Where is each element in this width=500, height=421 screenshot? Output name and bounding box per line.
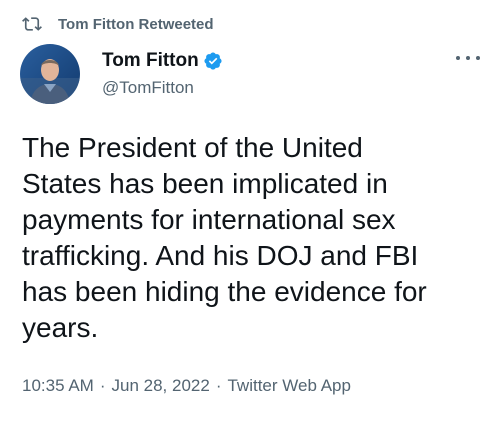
author-handle[interactable]: @TomFitton bbox=[102, 78, 223, 98]
retweet-label: Tom Fitton Retweeted bbox=[58, 15, 214, 33]
tweet-line: The President of the United bbox=[22, 132, 363, 163]
tweet-line: payments for international sex bbox=[22, 204, 396, 235]
verified-badge-icon bbox=[204, 52, 222, 70]
more-dot-icon bbox=[466, 56, 470, 60]
tweet-source: Twitter Web App bbox=[227, 376, 351, 395]
retweet-icon bbox=[22, 17, 42, 31]
author-name[interactable]: Tom Fitton bbox=[102, 50, 199, 72]
more-dot-icon bbox=[456, 56, 460, 60]
tweet-meta: 10:35 AM · Jun 28, 2022 · Twitter Web Ap… bbox=[22, 376, 351, 396]
tweet-timestamp[interactable]: 10:35 AM bbox=[22, 376, 94, 396]
retweet-indicator[interactable]: Tom Fitton Retweeted bbox=[22, 14, 214, 34]
author-block: Tom Fitton @TomFitton bbox=[102, 50, 223, 98]
more-dot-icon bbox=[476, 56, 480, 60]
tweet-line: trafficking. And his DOJ and FBI bbox=[22, 240, 419, 271]
tweet-date[interactable]: Jun 28, 2022 bbox=[112, 376, 210, 396]
meta-separator: · bbox=[99, 376, 106, 395]
tweet-line: years. bbox=[22, 312, 99, 343]
more-options-button[interactable] bbox=[456, 48, 480, 68]
tweet-line: States has been implicated in bbox=[22, 168, 388, 199]
tweet-text: The President of the United States has b… bbox=[22, 130, 482, 346]
tweet-line: has been hiding the evidence for bbox=[22, 276, 427, 307]
avatar[interactable] bbox=[20, 44, 80, 104]
meta-separator: · bbox=[215, 376, 222, 395]
